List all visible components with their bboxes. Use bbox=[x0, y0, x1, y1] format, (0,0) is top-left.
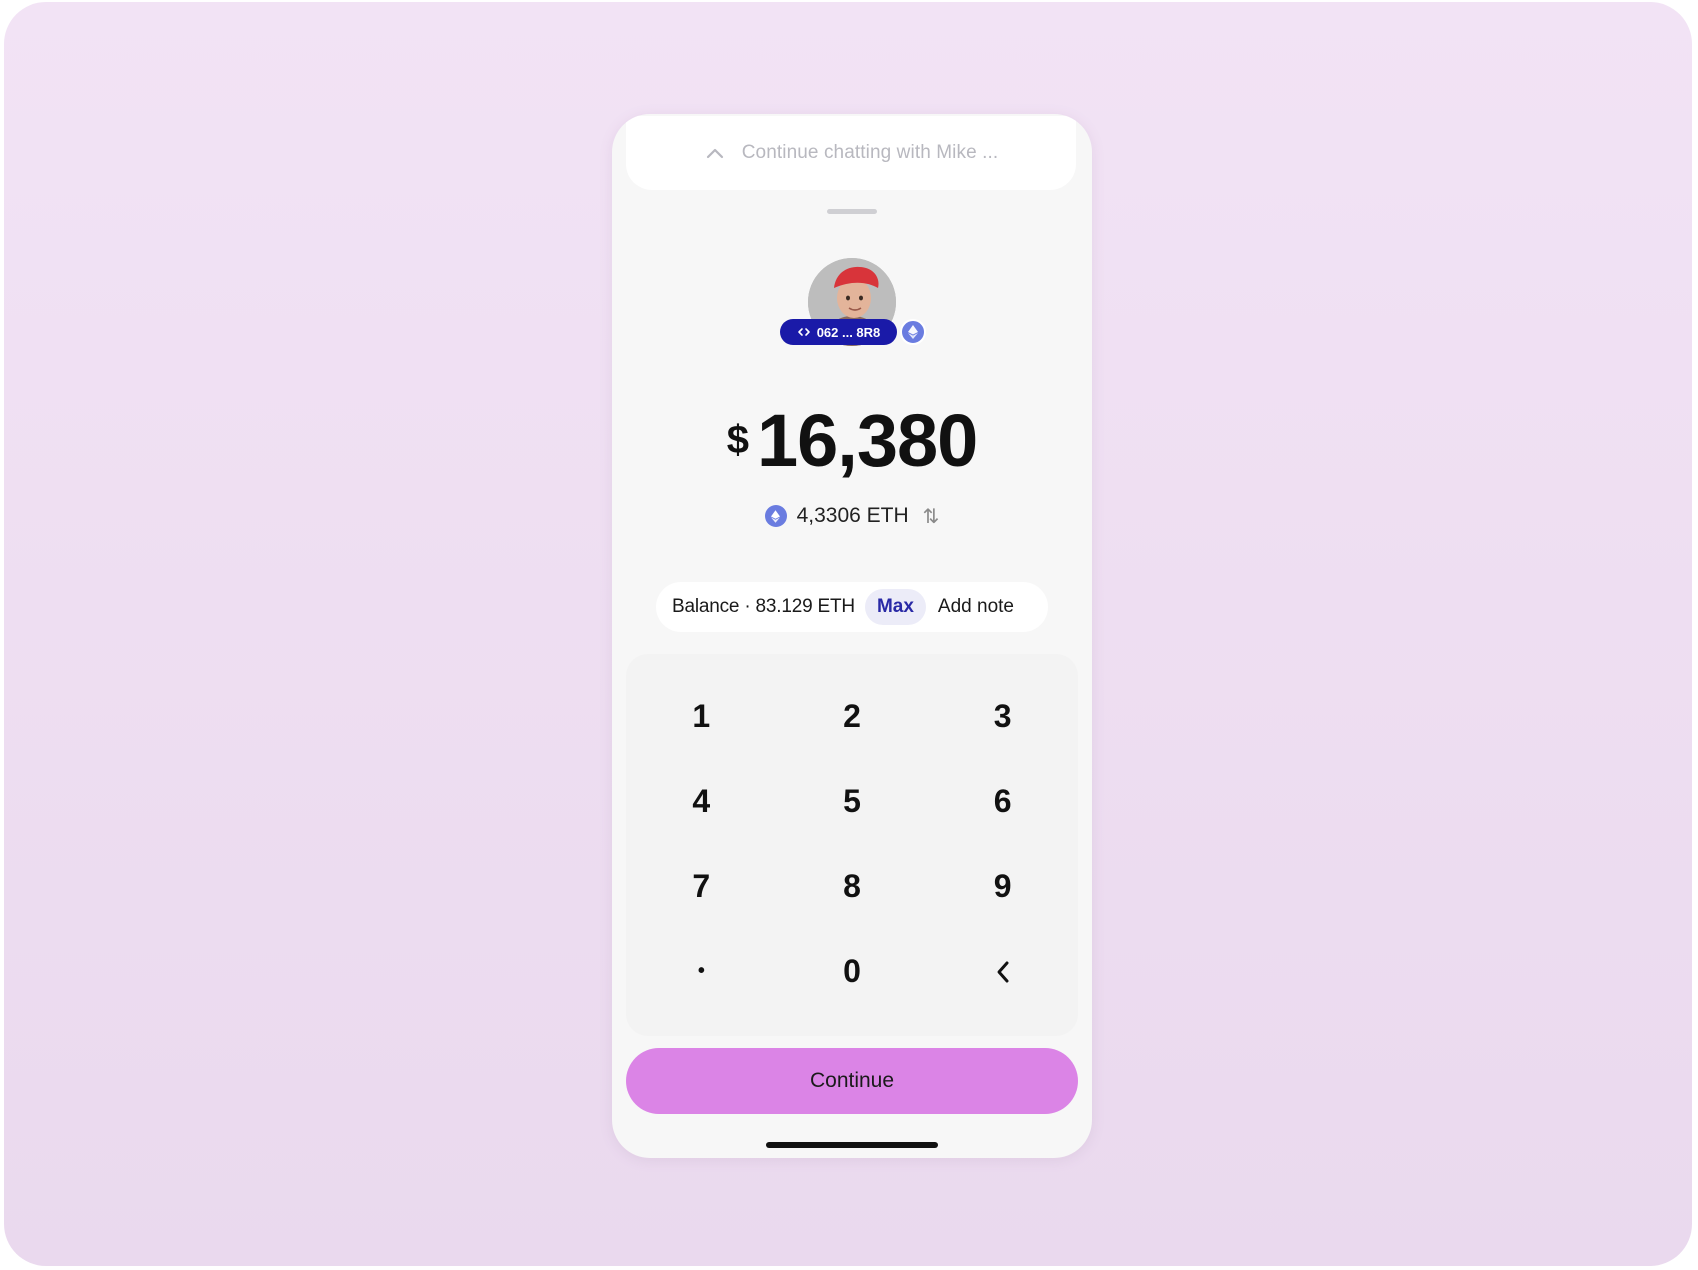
chevron-left-icon bbox=[995, 960, 1011, 984]
eth-amount: 4,3306 ETH bbox=[796, 504, 909, 527]
phone-screen: Continue chatting with Mike ... 062 ... … bbox=[612, 114, 1092, 1158]
backspace-button[interactable] bbox=[927, 929, 1078, 1014]
continue-chatting-bar[interactable]: Continue chatting with Mike ... bbox=[626, 116, 1076, 190]
key-6[interactable]: 6 bbox=[927, 759, 1078, 844]
key-8[interactable]: 8 bbox=[777, 844, 928, 929]
chevron-up-icon bbox=[704, 142, 726, 164]
key-2[interactable]: 2 bbox=[777, 674, 928, 759]
max-button[interactable]: Max bbox=[864, 589, 926, 625]
currency-symbol: $ bbox=[726, 418, 749, 462]
key-1[interactable]: 1 bbox=[626, 674, 777, 759]
key-4[interactable]: 4 bbox=[626, 759, 777, 844]
balance-text: Balance · 83.129 ETH bbox=[672, 596, 855, 617]
sheet-grabber[interactable] bbox=[827, 209, 877, 214]
key-7[interactable]: 7 bbox=[626, 844, 777, 929]
amount-value: 16,380 bbox=[756, 399, 978, 482]
home-indicator bbox=[766, 1142, 938, 1148]
ethereum-icon bbox=[764, 505, 787, 527]
continue-button[interactable]: Continue bbox=[626, 1048, 1078, 1114]
key-9[interactable]: 9 bbox=[927, 844, 1078, 929]
recipient-address-pill[interactable]: 062 ... 8R8 bbox=[780, 319, 897, 345]
page-background: Continue chatting with Mike ... 062 ... … bbox=[4, 2, 1692, 1266]
ethereum-icon bbox=[900, 319, 926, 345]
swap-arrows-icon[interactable]: ⇅ bbox=[923, 504, 940, 529]
eth-conversion: 4,3306 ETH ⇅ bbox=[612, 500, 1092, 532]
add-note-button[interactable]: Add note bbox=[938, 596, 1014, 618]
chat-bar-text: Continue chatting with Mike ... bbox=[741, 142, 999, 163]
numeric-keypad: 1 2 3 4 5 6 7 8 9 • 0 bbox=[626, 654, 1078, 1036]
key-0[interactable]: 0 bbox=[777, 929, 928, 1014]
key-5[interactable]: 5 bbox=[777, 759, 928, 844]
link-icon bbox=[797, 325, 811, 340]
recipient-address: 062 ... 8R8 bbox=[816, 324, 881, 340]
key-decimal[interactable]: • bbox=[626, 929, 777, 1014]
balance-row: Balance · 83.129 ETH Max Add note bbox=[656, 582, 1048, 632]
key-3[interactable]: 3 bbox=[927, 674, 1078, 759]
amount-display: $ 16,380 bbox=[612, 404, 1092, 478]
